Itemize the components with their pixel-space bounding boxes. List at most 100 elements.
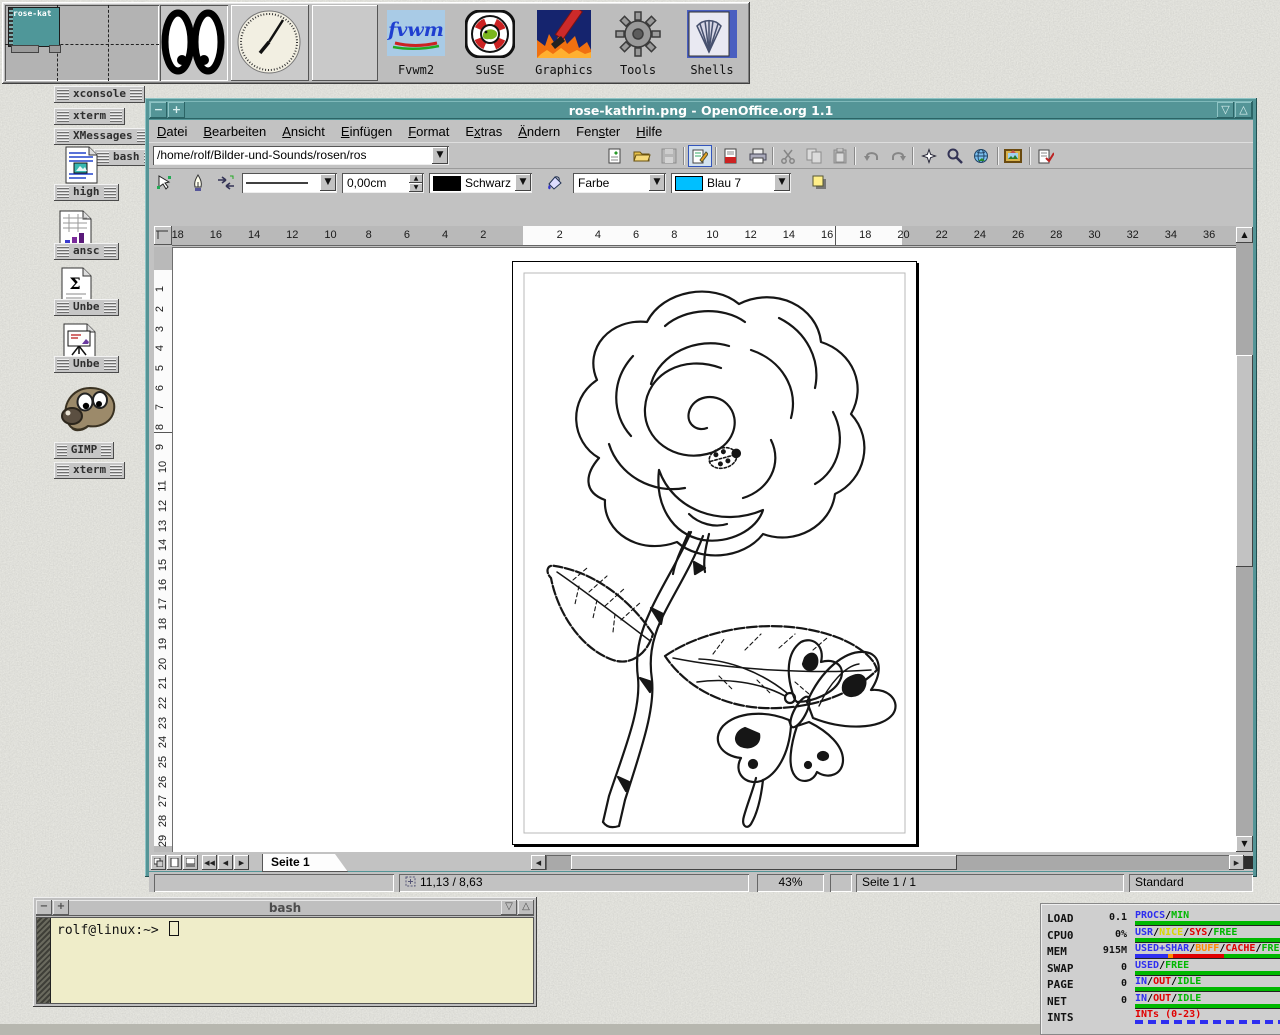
terminal-title-bar[interactable]: − + bash ▽ △ — [36, 900, 534, 916]
edit-points-icon[interactable] — [154, 173, 176, 193]
layer-mode-button-2[interactable] — [167, 855, 182, 870]
dock-button-tools[interactable]: Tools — [603, 5, 673, 81]
print-icon[interactable] — [747, 146, 769, 166]
gimp-wilber-icon[interactable] — [58, 380, 118, 441]
icon-unbenannt-1[interactable]: Unbe — [54, 299, 119, 316]
menu-bearbeiten[interactable]: Bearbeiten — [195, 120, 274, 139]
writer-document-icon[interactable] — [64, 146, 98, 189]
title-bar[interactable]: − + rose-kathrin.png - OpenOffice.org 1.… — [149, 101, 1253, 119]
terminal-shade-down-button[interactable]: ▽ — [501, 900, 517, 915]
copy-icon[interactable] — [803, 146, 825, 166]
line-style-select[interactable]: ▼ — [242, 173, 337, 193]
icon-xterm-2[interactable]: xterm — [54, 462, 125, 479]
dock-button-fvwm2[interactable]: fvwm Fvwm2 — [381, 5, 451, 81]
status-style[interactable]: Standard — [1129, 874, 1253, 892]
window-shade-down-button[interactable]: ▽ — [1217, 102, 1234, 118]
layer-mode-button-1[interactable] — [151, 855, 166, 870]
line-width-input[interactable]: 0,00cm ▲ ▼ — [342, 173, 424, 193]
pager-mini-window[interactable]: rose-kat — [8, 7, 60, 47]
dock-button-suse[interactable]: SuSE — [455, 5, 525, 81]
menu-extras[interactable]: Extras — [457, 120, 510, 139]
fill-type-dropdown-button[interactable]: ▼ — [649, 174, 665, 191]
icon-xconsole[interactable]: xconsole — [54, 86, 145, 103]
new-document-icon[interactable] — [604, 146, 626, 166]
first-page-button[interactable]: ◀◀ — [202, 855, 217, 870]
paint-bucket-icon[interactable] — [544, 173, 566, 193]
horizontal-ruler[interactable]: 1816141210864224681012141618202224262830… — [172, 226, 1236, 246]
shadow-icon[interactable] — [809, 173, 831, 193]
horizontal-scrollbar[interactable] — [546, 855, 1229, 870]
hscroll-right-button[interactable]: ▶ — [1229, 855, 1244, 870]
document-page[interactable] — [512, 261, 917, 845]
menu-ansicht[interactable]: Ansicht — [274, 120, 333, 139]
vertical-scrollbar[interactable]: ▲ ▼ — [1236, 227, 1253, 852]
check-document-icon[interactable] — [1035, 146, 1057, 166]
url-dropdown-button[interactable]: ▼ — [432, 147, 448, 164]
export-pdf-icon[interactable] — [720, 146, 742, 166]
undo-icon[interactable] — [861, 146, 883, 166]
horizontal-scroll-thumb[interactable] — [571, 855, 957, 870]
status-flag-cell — [830, 874, 852, 892]
icon-ansc[interactable]: ansc — [54, 243, 119, 260]
fill-color-dropdown-button[interactable]: ▼ — [774, 174, 790, 191]
dock-button-graphics[interactable]: Graphics — [529, 5, 599, 81]
menu-ndern[interactable]: Ändern — [510, 120, 568, 139]
edit-mode-icon[interactable] — [689, 146, 711, 166]
ruler-tick-label: 12 — [745, 229, 757, 241]
menu-einfgen[interactable]: Einfügen — [333, 120, 400, 139]
vertical-scroll-thumb[interactable] — [1236, 355, 1253, 567]
terminal-title: bash — [36, 901, 534, 915]
save-icon[interactable] — [658, 146, 680, 166]
layer-mode-button-3[interactable] — [183, 855, 198, 870]
icon-xmessages[interactable]: XMessages — [54, 128, 152, 145]
next-page-button[interactable]: ▶ — [234, 855, 249, 870]
zoom-icon[interactable] — [944, 146, 966, 166]
url-combobox[interactable]: /home/rolf/Bilder-und-Sounds/rosen/ros ▼ — [153, 146, 449, 165]
paste-icon[interactable] — [829, 146, 851, 166]
icon-high[interactable]: high — [54, 184, 119, 201]
terminal-content[interactable]: rolf@linux:~> — [36, 917, 534, 1004]
line-style-dropdown-button[interactable]: ▼ — [320, 174, 336, 191]
window-shade-up-button[interactable]: △ — [1235, 102, 1252, 118]
fill-type-select[interactable]: Farbe ▼ — [573, 173, 666, 193]
menu-fenster[interactable]: Fenster — [568, 120, 628, 139]
menu-datei[interactable]: Datei — [149, 120, 195, 139]
terminal-scrollbar[interactable] — [37, 918, 51, 1003]
redo-icon[interactable] — [887, 146, 909, 166]
line-color-dropdown-button[interactable]: ▼ — [515, 174, 531, 191]
arrow-ends-icon[interactable] — [215, 173, 237, 193]
resize-grip[interactable] — [1244, 856, 1253, 869]
drawing-canvas[interactable] — [172, 247, 1236, 852]
icon-unbenannt-2[interactable]: Unbe — [54, 356, 119, 373]
previous-page-button[interactable]: ◀ — [218, 855, 233, 870]
pager-mini-window-small[interactable] — [49, 45, 61, 53]
scroll-up-button[interactable]: ▲ — [1236, 227, 1253, 243]
line-color-select[interactable]: Schwarz ▼ — [429, 173, 532, 193]
fill-color-select[interactable]: Blau 7 ▼ — [671, 173, 791, 193]
spin-up-button[interactable]: ▲ — [409, 174, 423, 183]
navigator-icon[interactable] — [918, 146, 940, 166]
line-width-spinner[interactable]: ▲ ▼ — [409, 174, 423, 192]
dock-button-shells[interactable]: Shells — [677, 5, 747, 81]
menu-format[interactable]: Format — [400, 120, 457, 139]
hscroll-left-button[interactable]: ◀ — [531, 855, 546, 870]
sysmon-label: PAGE — [1047, 978, 1074, 991]
menu-hilfe[interactable]: Hilfe — [628, 120, 670, 139]
status-zoom[interactable]: 43% — [757, 874, 824, 892]
icon-gimp[interactable]: GIMP — [54, 442, 114, 459]
open-icon[interactable] — [631, 146, 653, 166]
url-field[interactable]: /home/rolf/Bilder-und-Sounds/rosen/ros — [157, 148, 429, 162]
pager-mini-window-small[interactable] — [11, 45, 39, 53]
hyperlink-globe-icon[interactable] — [970, 146, 992, 166]
page-tab[interactable]: Seite 1 — [262, 854, 348, 872]
ruler-tick-label: 3 — [154, 326, 166, 332]
gallery-icon[interactable] — [1002, 146, 1024, 166]
vertical-ruler[interactable]: 1234567891011121314151617181920212223242… — [154, 247, 173, 852]
terminal-shade-up-button[interactable]: △ — [518, 900, 534, 915]
scroll-down-button[interactable]: ▼ — [1236, 836, 1253, 852]
icon-xterm[interactable]: xterm — [54, 108, 125, 125]
fvwm-pager[interactable]: rose-kat — [5, 5, 159, 81]
cut-icon[interactable] — [777, 146, 799, 166]
pen-line-icon[interactable] — [187, 173, 209, 193]
spin-down-button[interactable]: ▼ — [409, 183, 423, 192]
